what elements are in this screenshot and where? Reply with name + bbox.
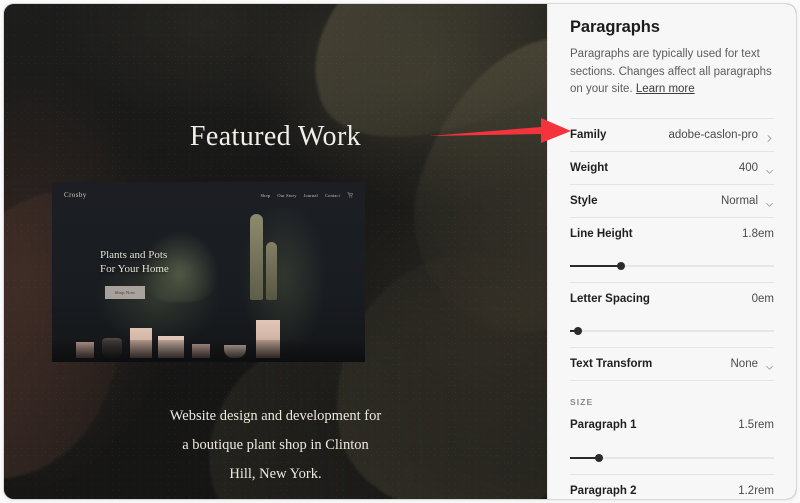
row-paragraph-1-label: Paragraph 1 [570,419,637,431]
row-style-value-wrap[interactable]: Normal [721,195,774,207]
row-style[interactable]: Style Normal [570,183,774,217]
mock-site-navbar: Crosby Shop Our Story Journal Contact [52,182,365,208]
slider-track [570,330,774,331]
site-preview-pane: Featured Work Crosby Shop Our Story Jour… [4,4,547,499]
chevron-down-icon[interactable] [765,163,774,174]
row-family[interactable]: Family adobe-caslon-pro [570,117,774,151]
preview-caption: Website design and development for a bou… [4,402,547,489]
nav-link-our-story[interactable]: Our Story [277,193,296,198]
row-weight-value: 400 [738,161,758,174]
row-paragraph-2-value: 1.2rem [738,484,774,497]
nav-link-journal[interactable]: Journal [304,193,318,198]
pot-row [52,318,365,362]
mock-site-nav-links: Shop Our Story Journal Contact [261,192,353,198]
row-letter-spacing: Letter Spacing 0em [570,281,774,315]
row-paragraph-2-label: Paragraph 2 [570,484,637,497]
size-section-label: SIZE [570,396,594,407]
line-height-slider[interactable] [570,261,774,271]
row-family-value-wrap[interactable]: adobe-caslon-pro [668,128,774,142]
nav-link-contact[interactable]: Contact [325,193,340,198]
row-weight-label: Weight [570,161,609,174]
slider-fill [570,264,621,267]
paragraph-1-slider[interactable] [570,453,774,463]
row-paragraph-1: Paragraph 1 1.5rem [570,409,774,442]
mock-site-logo: Crosby [64,191,87,199]
paragraph-1-slider-row[interactable] [570,442,774,474]
row-style-value: Normal [720,194,758,207]
screenshot-root: Featured Work Crosby Shop Our Story Jour… [0,0,800,503]
panel-description: Paragraphs are typically used for text s… [570,46,774,99]
row-family-label: Family [570,128,607,141]
caption-line-1: Website design and development for [169,408,382,424]
row-weight-value-wrap[interactable]: 400 [739,162,774,174]
row-line-height-value: 1.8em [742,227,774,240]
mock-site-hero-heading: Plants and Pots For Your Home [100,248,169,276]
letter-spacing-slider[interactable] [570,326,774,336]
cactus-icon [250,214,263,300]
row-text-transform-value-wrap[interactable]: None [731,358,775,370]
paragraphs-settings-panel: Paragraphs Paragraphs are typically used… [547,4,796,499]
slider-thumb[interactable] [617,261,625,270]
row-text-transform-label: Text Transform [570,357,653,370]
panel-title: Paragraphs [570,18,660,36]
letter-spacing-slider-row[interactable] [570,315,774,347]
chevron-right-icon[interactable] [765,130,774,142]
row-text-transform[interactable]: Text Transform None [570,346,775,380]
chevron-down-icon[interactable] [765,196,774,207]
row-text-transform-value: None [730,357,759,370]
learn-more-link[interactable]: Learn more [636,83,695,95]
mock-site-hero: Plants and Pots For Your Home Shop Now [52,208,365,362]
row-weight[interactable]: Weight 400 [570,150,774,184]
line-height-slider-row[interactable] [570,250,774,282]
caption-line-2: a boutique plant shop in Clinton [182,437,369,453]
shopping-cart-icon[interactable] [347,192,353,198]
typography-rows: Family adobe-caslon-pro Weight 400 Style… [570,117,775,500]
hero-heading-line2: For Your Home [100,263,169,275]
shop-now-button[interactable]: Shop Now [105,286,145,299]
slider-thumb[interactable] [594,453,603,462]
browser-window: Featured Work Crosby Shop Our Story Jour… [4,4,796,499]
featured-work-heading: Featured Work [189,121,362,152]
nav-link-shop[interactable]: Shop [261,193,271,198]
row-letter-spacing-label: Letter Spacing [570,292,650,305]
row-style-label: Style [570,194,598,207]
row-family-value: adobe-caslon-pro [668,128,758,141]
chevron-down-icon[interactable] [765,359,774,370]
row-paragraph-2: Paragraph 2 1.2rem [570,473,774,500]
hero-heading-line1: Plants and Pots [100,249,168,261]
row-line-height-label: Line Height [570,227,633,240]
leaf-decoration-icon [383,5,547,363]
row-paragraph-1-value: 1.5rem [738,419,774,431]
cactus-icon [266,242,277,300]
row-letter-spacing-value: 0em [751,292,774,305]
row-line-height: Line Height 1.8em [570,216,774,250]
mock-website-card: Crosby Shop Our Story Journal Contact Pl… [52,182,365,362]
slider-thumb[interactable] [574,326,583,335]
ground-shadow [52,340,365,362]
caption-line-3: Hill, New York. [229,466,322,482]
